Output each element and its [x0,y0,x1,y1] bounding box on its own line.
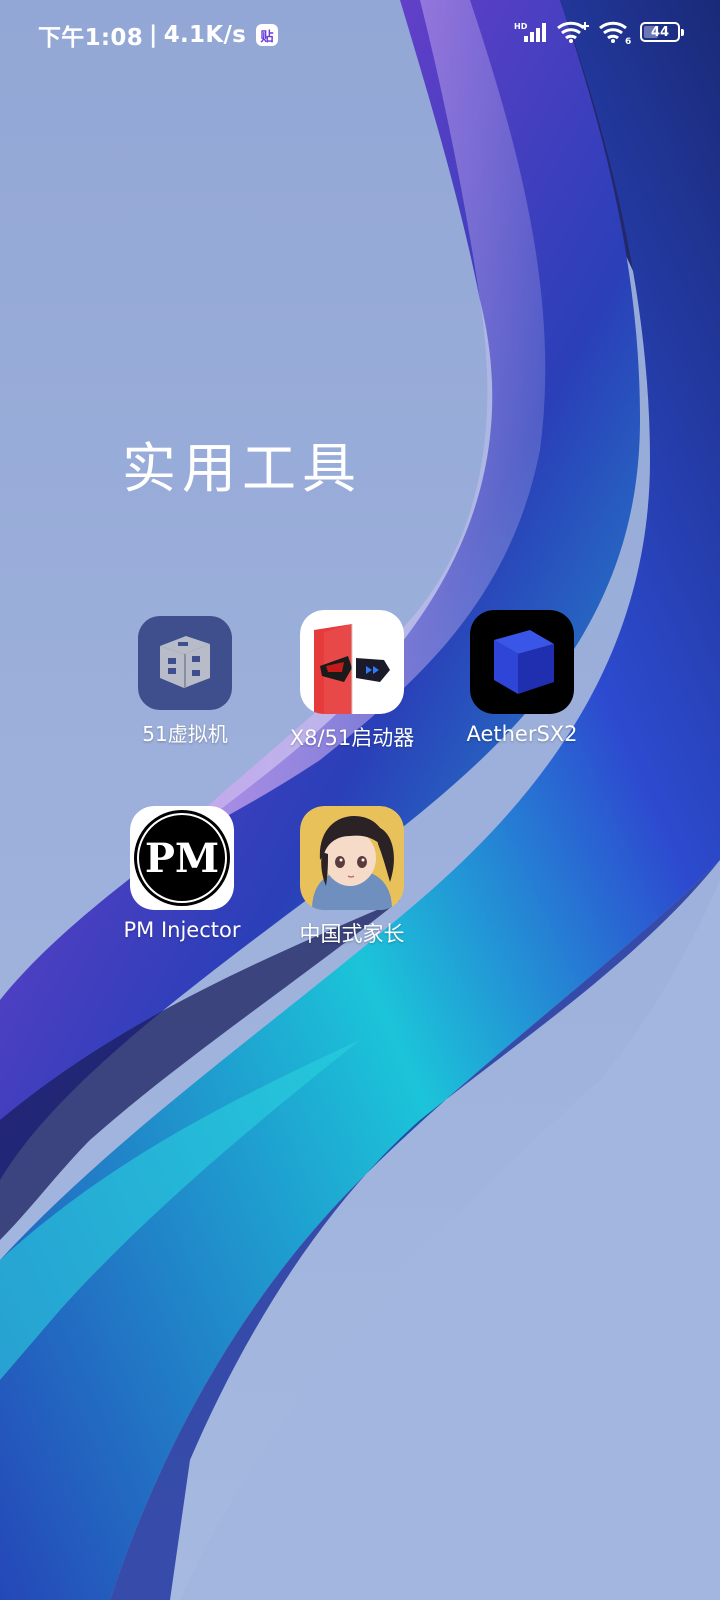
app-chinese-parents[interactable]: 中国式家长 [267,806,437,948]
battery-icon: 44 [640,22,684,42]
app-label: 51虚拟机 [142,722,228,746]
status-right: HD 6 44 [514,20,684,44]
status-left: 下午1:08 | 4.1K/s 贴 [38,18,279,52]
notification-badge-icon: 贴 [256,24,279,46]
clock: 下午1:08 [38,25,144,51]
virtual-machine-cube-icon [138,616,232,710]
app-label: 中国式家长 [299,922,405,946]
pm-logo-icon: PM [130,806,234,910]
app-label: X8/51启动器 [289,726,415,750]
folder-title[interactable]: 实用工具 [122,424,362,503]
wifi-plus-icon [557,21,589,43]
battery-level: 44 [650,24,670,40]
app-51-virtual-machine[interactable]: 51虚拟机 [100,616,270,747]
wallpaper [0,0,720,1600]
app-aethersx2[interactable]: AetherSX2 [437,610,607,746]
anime-girl-icon [300,806,404,910]
status-separator: | [149,22,158,48]
app-label: AetherSX2 [466,722,578,746]
app-label: PM Injector [123,918,241,942]
wifi-6-icon: 6 [599,21,631,44]
launcher-split-face-icon [300,610,404,714]
status-bar: 下午1:08 | 4.1K/s 贴 HD 6 44 [0,0,720,70]
hd-signal-icon: HD [514,22,546,42]
svg-text:HD: HD [514,22,528,31]
app-x8-51-launcher[interactable]: X8/51启动器 [267,610,437,752]
app-pm-injector[interactable]: PM PM Injector [97,806,267,942]
blue-cube-icon [470,610,574,714]
svg-text:PM: PM [145,835,219,882]
network-speed: 4.1K/s [163,22,247,48]
svg-text:6: 6 [625,37,631,44]
